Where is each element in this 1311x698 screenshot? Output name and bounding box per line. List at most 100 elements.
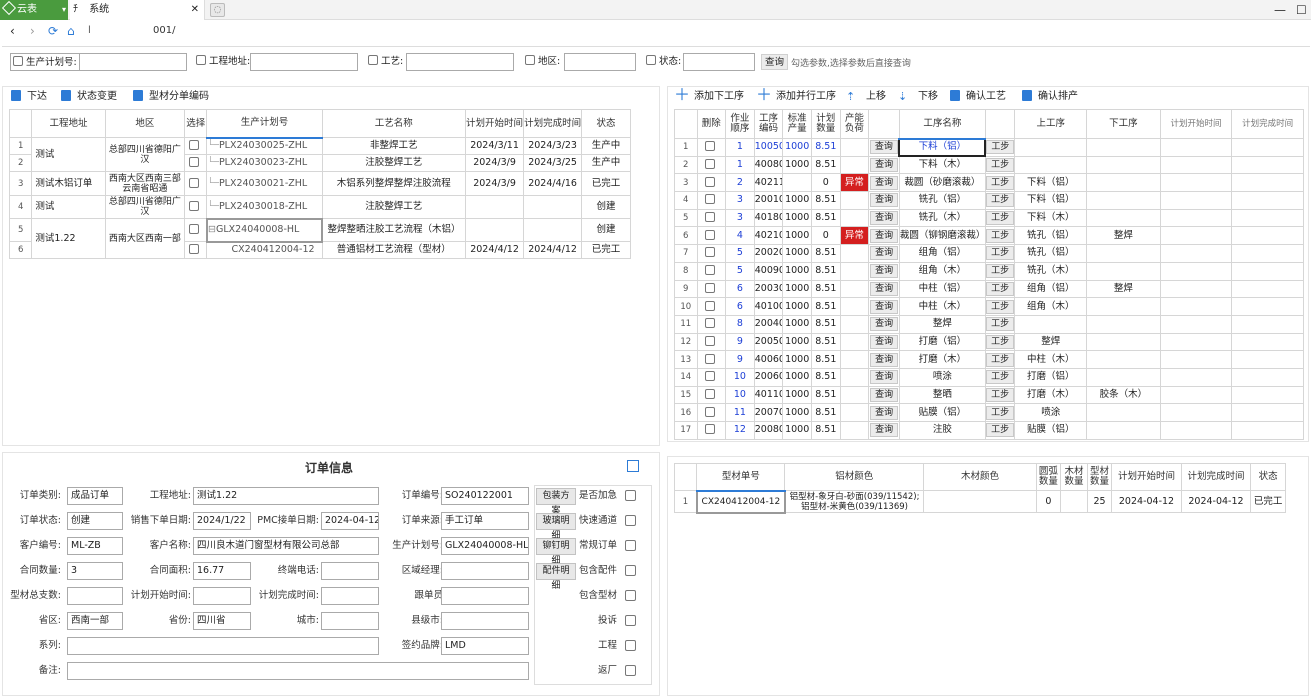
query-button[interactable]: 查询: [761, 54, 789, 70]
cell-delete[interactable]: [696, 191, 727, 210]
cell-select[interactable]: [184, 171, 208, 196]
cell-delete[interactable]: [696, 261, 727, 281]
order-field-input[interactable]: SO240122001: [441, 487, 529, 505]
order-detail-button[interactable]: 配件明细: [536, 563, 576, 591]
cell-delete[interactable]: [696, 332, 727, 352]
craft-filter[interactable]: 工艺:: [368, 53, 403, 71]
cell-query[interactable]: 查询: [868, 403, 900, 422]
cell-delete[interactable]: [696, 297, 727, 316]
query-row-button[interactable]: 查询: [870, 193, 899, 208]
table-row[interactable]: 15 10 40110 1000 8.51 查询 整晒 工步 打磨（木） 胶条（木）: [674, 385, 1304, 405]
col-plan-start[interactable]: 计划开始时间: [1159, 109, 1233, 139]
row-checkbox[interactable]: [189, 244, 200, 254]
status-checkbox[interactable]: [646, 55, 656, 65]
region-input[interactable]: [564, 53, 636, 71]
cell-step-name[interactable]: 组角（木）: [898, 261, 986, 281]
cell-delete[interactable]: [696, 350, 727, 369]
cell-query[interactable]: 查询: [868, 155, 900, 175]
cell-delete[interactable]: [696, 208, 727, 228]
row-checkbox[interactable]: [189, 140, 200, 150]
query-row-button[interactable]: 查询: [870, 423, 899, 438]
cell-step-name[interactable]: 打磨（木）: [898, 350, 986, 369]
cell-query[interactable]: 查询: [868, 191, 900, 210]
cell-query[interactable]: 查询: [868, 261, 900, 281]
step-row-button[interactable]: 工步: [986, 211, 1014, 226]
col-wood-color[interactable]: 木材颜色: [923, 463, 1037, 491]
step-row-button[interactable]: 工步: [986, 281, 1014, 296]
order-field-input[interactable]: [321, 612, 379, 630]
cell-step-name[interactable]: 组角（铝）: [898, 244, 986, 263]
address-checkbox[interactable]: [196, 55, 206, 65]
app-brand-button[interactable]: 云表 ▾: [0, 0, 68, 20]
order-field-input[interactable]: 3: [67, 562, 123, 580]
cell-query[interactable]: 查询: [868, 385, 900, 405]
cell-step-name[interactable]: 贴膜（铝）: [898, 403, 986, 422]
forward-icon[interactable]: ›: [30, 20, 35, 42]
cell-step-name[interactable]: 下料（铝）: [898, 137, 987, 158]
cell-step-name[interactable]: 中柱（铝）: [898, 279, 986, 299]
query-row-button[interactable]: 查询: [870, 387, 899, 402]
order-field-input[interactable]: GLX24040008-HL: [441, 537, 529, 555]
delete-checkbox[interactable]: [704, 265, 715, 276]
table-row[interactable]: 5 测试1.22 西南大区西南一部 ⊟GLX24040008-HL 整焊整晒注胶…: [8, 217, 631, 259]
query-row-button[interactable]: 查询: [870, 228, 899, 243]
table-row[interactable]: 1 1 10050 1000 8.51 查询 下料（铝） 工步: [674, 137, 1304, 158]
col-region[interactable]: 地区: [104, 109, 186, 138]
tab-system[interactable]: ﾁ 系统 ✕: [70, 0, 205, 20]
table-row[interactable]: 11 8 20040 1000 8.51 查询 整焊 工步: [674, 314, 1304, 334]
table-row[interactable]: 4 3 20010 1000 8.51 查询 铣孔（铝） 工步 下料（铝）: [674, 191, 1304, 210]
cell-step[interactable]: 工步: [984, 421, 1016, 440]
col-end[interactable]: 计划完成时间: [523, 109, 583, 138]
region-filter[interactable]: 地区:: [525, 53, 560, 71]
delete-checkbox[interactable]: [704, 247, 715, 258]
order-detail-button[interactable]: 包装方案: [536, 488, 576, 516]
query-row-button[interactable]: 查询: [870, 299, 899, 314]
delete-checkbox[interactable]: [704, 159, 715, 170]
expand-icon[interactable]: [627, 460, 639, 472]
table-row[interactable]: 3 测试木铝订单 西南大区西南三部云南省昭通 └─PLX24030021-ZHL…: [8, 171, 631, 196]
confirm-schedule-button[interactable]: 确认排产: [1022, 87, 1078, 107]
col-step-code[interactable]: 工序编码: [753, 109, 784, 139]
cell-step[interactable]: 工步: [984, 244, 1016, 263]
cell-step[interactable]: 工步: [984, 208, 1016, 228]
cell-select[interactable]: [184, 195, 208, 219]
query-row-button[interactable]: 查询: [870, 175, 899, 190]
col-delete[interactable]: 删除: [696, 109, 727, 139]
cell-step[interactable]: 工步: [984, 279, 1016, 299]
step-row-button[interactable]: 工步: [986, 370, 1014, 385]
cell-delete[interactable]: [696, 385, 727, 405]
status-input[interactable]: [683, 53, 755, 71]
col-wood-qty[interactable]: 木材数量: [1060, 463, 1088, 491]
col-capacity[interactable]: 产能负荷: [839, 109, 870, 139]
query-row-button[interactable]: 查询: [870, 211, 899, 226]
delete-checkbox[interactable]: [704, 141, 715, 152]
query-row-button[interactable]: 查询: [870, 317, 899, 332]
change-status-button[interactable]: 状态变更: [61, 87, 117, 107]
col-next-step[interactable]: 下工序: [1086, 109, 1161, 139]
step-row-button[interactable]: 工步: [986, 317, 1014, 332]
cell-delete[interactable]: [696, 421, 727, 440]
order-field-input[interactable]: 2024/1/22: [193, 512, 251, 530]
cell-step[interactable]: 工步: [984, 173, 1016, 193]
region-checkbox[interactable]: [525, 55, 535, 65]
cell-delete[interactable]: [696, 314, 727, 334]
cell-delete[interactable]: [696, 173, 727, 193]
cell-step-name[interactable]: 整焊: [898, 314, 986, 334]
order-detail-button[interactable]: 铆钉明细: [536, 538, 576, 566]
delete-checkbox[interactable]: [704, 282, 715, 293]
col-plan-end[interactable]: 计划完成时间: [1231, 109, 1304, 139]
cell-select[interactable]: [184, 154, 208, 172]
cell-query[interactable]: 查询: [868, 350, 900, 369]
step-row-button[interactable]: 工步: [986, 387, 1014, 402]
col-select[interactable]: 选择: [184, 109, 208, 138]
cell-query[interactable]: 查询: [868, 421, 900, 440]
cell-step[interactable]: 工步: [984, 367, 1016, 387]
delete-checkbox[interactable]: [704, 229, 715, 240]
cell-step-name[interactable]: 整晒: [898, 385, 986, 405]
close-icon[interactable]: ✕: [191, 0, 199, 20]
col-start[interactable]: 计划开始时间: [465, 109, 525, 138]
add-next-step-button[interactable]: ＋添加下工序: [674, 87, 744, 107]
plan-no-checkbox[interactable]: [13, 56, 23, 66]
cell-step[interactable]: 工步: [984, 226, 1016, 246]
table-row[interactable]: 16 11 20070 1000 8.51 查询 贴膜（铝） 工步 喷涂: [674, 403, 1304, 422]
